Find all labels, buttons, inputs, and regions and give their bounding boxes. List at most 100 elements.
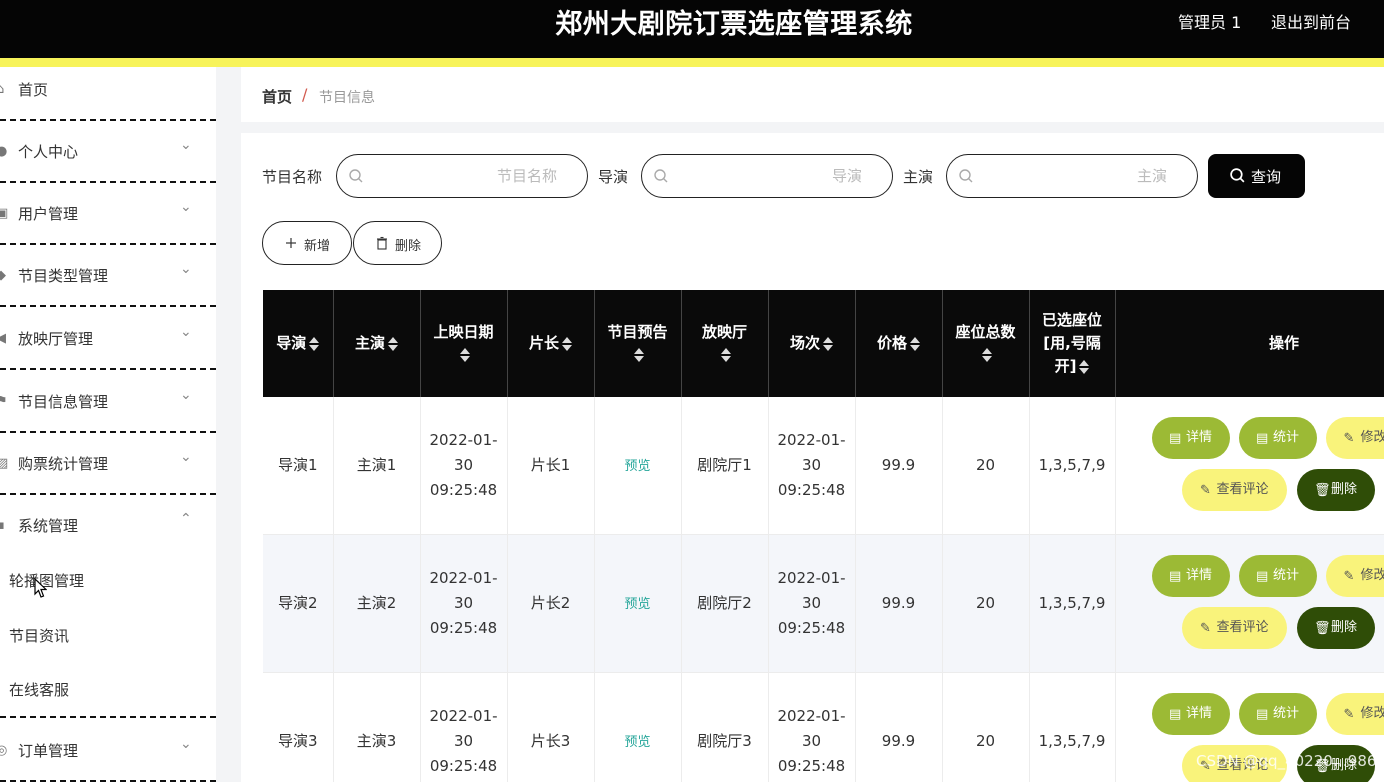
edit-button[interactable]: ✎ 修改 — [1325, 693, 1384, 735]
price-cell: 99.9 — [855, 534, 943, 673]
breadcrumb-current: 节目信息 — [319, 90, 375, 106]
admin-name: 管理员 1 — [1178, 13, 1242, 32]
query-button[interactable]: 查询 — [1208, 154, 1305, 198]
detail-button[interactable]: ▤ 详情 — [1151, 417, 1230, 459]
sort-icon[interactable] — [634, 348, 644, 362]
stats-button[interactable]: ▤ 统计 — [1238, 417, 1317, 459]
sort-icon[interactable] — [721, 348, 731, 362]
sort-icon[interactable] — [460, 348, 470, 362]
sidebar-item-home[interactable]: ⌂ 首页 — [0, 59, 216, 121]
detail-label: 详情 — [1185, 430, 1212, 445]
sort-icon[interactable] — [1079, 359, 1090, 374]
stats-button[interactable]: ▤ 统计 — [1238, 693, 1317, 735]
sidebar-item-hall-management[interactable]: ◀ 放映厅管理 ⌄ — [0, 308, 216, 370]
column-header[interactable]: 导演 — [263, 290, 334, 397]
column-header-label: 放映厅 — [701, 322, 747, 341]
sidebar: ⌂ 首页 ● 个人中心 ⌄ ▣ 用户管理 ⌄ ◆ 节目类型管理 ⌄ ◀ 放映厅管… — [0, 67, 216, 782]
delete-button[interactable]: 🗑删除 — [1296, 469, 1375, 511]
column-header[interactable]: 节目预告 — [594, 290, 682, 397]
edit-button[interactable]: ✎ 修改 — [1325, 555, 1384, 597]
view-reviews-label: 查看评论 — [1216, 482, 1269, 497]
category-icon: ◆ — [0, 269, 6, 282]
pencil-icon: ✎ — [1200, 621, 1211, 636]
delete-button[interactable]: 🗑删除 — [1296, 607, 1375, 649]
trailer-preview-link[interactable]: 预览 — [624, 459, 650, 474]
view-reviews-button[interactable]: ✎ 查看评论 — [1181, 469, 1287, 511]
trailer-preview-link[interactable]: 预览 — [624, 597, 650, 612]
column-header[interactable]: 价格 — [855, 290, 943, 397]
program-name-input[interactable] — [371, 161, 557, 191]
sidebar-item-program-type[interactable]: ◆ 节目类型管理 ⌄ — [0, 245, 216, 307]
release-date-cell: 2022-01-30 09:25:48 — [420, 397, 508, 535]
column-header[interactable]: 放映厅 — [681, 290, 769, 397]
column-header: 操作 — [1115, 290, 1384, 397]
query-button-label: 查询 — [1251, 168, 1282, 186]
sidebar-item-personal-center[interactable]: ● 个人中心 ⌄ — [0, 121, 216, 183]
delete-label: 删除 — [1330, 482, 1357, 497]
director-input[interactable] — [676, 161, 862, 191]
sort-icon[interactable] — [982, 348, 992, 362]
sidebar-item-label: 放映厅管理 — [18, 330, 94, 348]
top-header: 郑州大剧院订票选座管理系统 管理员 1 退出到前台 — [0, 0, 1384, 58]
pencil-icon: ✎ — [1343, 569, 1355, 584]
view-reviews-button[interactable]: ✎ 查看评论 — [1181, 607, 1287, 649]
sidebar-subitem-news[interactable]: 节目资讯 — [0, 610, 216, 664]
seats-cell: 20 — [942, 672, 1030, 782]
sort-icon[interactable] — [562, 336, 572, 351]
sidebar-item-label: 系统管理 — [18, 517, 79, 535]
search-icon — [1230, 168, 1245, 183]
column-header[interactable]: 片长 — [507, 290, 595, 397]
breadcrumb-home[interactable]: 首页 — [262, 86, 292, 107]
sidebar-subitem-online-service[interactable]: 在线客服 — [0, 664, 216, 718]
chevron-down-icon: ⌄ — [180, 137, 192, 153]
batch-delete-button[interactable]: 删除 — [353, 221, 442, 265]
trailer-preview-link[interactable]: 预览 — [624, 735, 650, 750]
batch-delete-button-label: 删除 — [395, 239, 422, 254]
sidebar-item-user-management[interactable]: ▣ 用户管理 ⌄ — [0, 183, 216, 245]
program-name-search[interactable] — [336, 154, 588, 198]
stats-label: 统计 — [1272, 568, 1299, 583]
chevron-down-icon: ⌄ — [180, 261, 192, 277]
pencil-icon: ✎ — [1200, 483, 1211, 498]
price-cell: 99.9 — [855, 397, 943, 535]
search-icon — [654, 169, 668, 183]
add-button[interactable]: 新增 — [262, 221, 352, 265]
stats-button[interactable]: ▤ 统计 — [1238, 555, 1317, 597]
hall-cell: 剧院厅1 — [681, 397, 769, 535]
column-header[interactable]: 上映日期 — [420, 290, 508, 397]
sidebar-item-orders[interactable]: ◎ 订单管理 ⌄ — [0, 720, 216, 782]
sidebar-item-label: 用户管理 — [18, 205, 79, 223]
document-icon: ▤ — [1255, 431, 1269, 446]
logout-link[interactable]: 退出到前台 — [1271, 9, 1351, 33]
actor-input[interactable] — [981, 161, 1167, 191]
app-title: 郑州大剧院订票选座管理系统 — [555, 9, 913, 40]
edit-button[interactable]: ✎ 修改 — [1325, 417, 1384, 459]
detail-button[interactable]: ▤ 详情 — [1151, 693, 1230, 735]
column-header-label: 导演 — [276, 334, 307, 352]
column-header[interactable]: 主演 — [333, 290, 421, 397]
sort-icon[interactable] — [823, 336, 833, 351]
sort-icon[interactable] — [309, 336, 320, 351]
search-icon — [349, 169, 363, 183]
actor-search[interactable] — [946, 154, 1198, 198]
column-header[interactable]: 座位总数 — [942, 290, 1030, 397]
chevron-down-icon: ⌄ — [180, 736, 192, 752]
sidebar-item-program-info[interactable]: ⚑ 节目信息管理 ⌄ — [0, 371, 216, 433]
sidebar-item-system[interactable]: ▪ 系统管理 ⌃ — [0, 495, 216, 557]
column-header[interactable]: 场次 — [768, 290, 856, 397]
actions-cell: ▤ 详情 ▤ 统计 ✎ 修改 ✎ 查看评论 🗑删除 — [1115, 397, 1384, 535]
pencil-icon: ✎ — [1343, 707, 1355, 722]
detail-button[interactable]: ▤ 详情 — [1151, 555, 1230, 597]
director-cell: 导演2 — [263, 534, 334, 673]
hall-cell: 剧院厅3 — [681, 672, 769, 782]
column-header[interactable]: 已选座位[用,号隔开] — [1029, 290, 1116, 397]
sidebar-item-label: 购票统计管理 — [18, 455, 109, 473]
column-header-label: 价格 — [876, 334, 907, 352]
sidebar-item-ticket-stats[interactable]: ▨ 购票统计管理 ⌄ — [0, 433, 216, 495]
sort-icon[interactable] — [388, 336, 398, 351]
release-date-cell: 2022-01-30 09:25:48 — [420, 534, 508, 673]
director-search[interactable] — [641, 154, 893, 198]
sort-icon[interactable] — [910, 336, 920, 351]
column-header-label: 片长 — [528, 334, 559, 352]
release-date-cell: 2022-01-30 09:25:48 — [420, 672, 508, 782]
